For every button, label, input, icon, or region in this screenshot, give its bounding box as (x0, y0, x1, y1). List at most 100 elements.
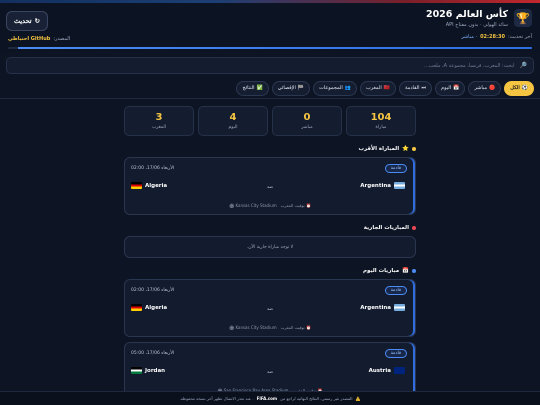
tab-2[interactable]: 📅 اليوم (435, 80, 466, 96)
tab-1[interactable]: 🔴 مباشر (468, 80, 502, 96)
stat-label: مباشر (301, 125, 313, 130)
app-title: كأس العالم 2026 (425, 9, 508, 20)
stat-card: 3 المغرب (124, 106, 194, 136)
tab-icon: 📅 (453, 85, 460, 91)
app-header: 🏆 كأس العالم 2026 سائد الهولي · بدون مفت… (0, 3, 540, 52)
tab-label: النتائج (242, 85, 255, 91)
section-title: مباريات اليوم (363, 268, 400, 274)
data-source-name: GitHub احتياطي (8, 36, 51, 42)
stat-value: 0 (303, 112, 311, 123)
tab-label: القادمة (404, 85, 420, 91)
section-live: المباريات الجارية (124, 225, 416, 231)
stat-card: 104 مباراة (346, 106, 416, 136)
match-card[interactable]: قادمة الأربعاء 17/06، 02:00 Argentina ضد Alg… (124, 279, 416, 337)
search-input[interactable] (13, 62, 515, 69)
footer-text-before: المصدر غير رسمي. النتائج النهائية تُراجع… (280, 396, 353, 401)
tab-4[interactable]: 🇲🇦 المغرب (360, 80, 396, 96)
section-today: 📅 مباريات اليوم (124, 268, 416, 274)
refresh-button[interactable]: ↻ تحديث (6, 11, 48, 31)
app-subtitle: سائد الهولي · بدون مفتاح API (445, 22, 508, 28)
away-team: Jordan (131, 367, 165, 374)
status-badge: قادمة (384, 286, 407, 295)
tab-label: المجموعات (319, 85, 343, 91)
timezone-note: ⏰ توقيت المغرب (280, 325, 311, 330)
live-empty-state: لا توجد مباراة جارية الآن. (124, 236, 416, 258)
section-title: المباراة الأقرب (358, 146, 400, 152)
refresh-progress-fill (18, 47, 532, 49)
tab-icon: 🏁 (297, 85, 305, 91)
main-content: 104 مباراة 0 مباشر 4 اليوم 3 المغرب ⭐ المباراة … (0, 100, 540, 391)
tab-icon: 🔴 (489, 85, 496, 91)
filter-tabs: ⚽ الكل 🔴 مباشر 📅 اليوم ⏭ القادمة 🇲🇦 المغرب 👥 المجمو… (0, 78, 540, 98)
tab-icon: 👥 (344, 85, 352, 91)
tab-icon: 🇲🇦 (383, 85, 390, 91)
data-source: المصدر: GitHub احتياطي (8, 36, 70, 42)
tab-5[interactable]: 👥 المجموعات (313, 80, 358, 96)
stat-label: مباراة (375, 125, 387, 130)
last-updated-label: آخر تحديث: (507, 34, 532, 40)
match-datetime: الأربعاء 17/06، 02:00 (131, 288, 175, 293)
stat-label: اليوم (228, 125, 238, 130)
search-bar: 🔎 (6, 57, 534, 74)
brand: 🏆 كأس العالم 2026 سائد الهولي · بدون مفت… (426, 9, 532, 28)
data-source-label: المصدر: (53, 36, 71, 42)
calendar-icon: 📅 (402, 268, 409, 274)
footer-source-link[interactable]: FIFA.com (257, 396, 277, 401)
tab-3[interactable]: ⏭ القادمة (398, 80, 433, 96)
tab-label: مباشر (474, 85, 488, 91)
versus-label: ضد (266, 185, 274, 190)
section-dot (412, 147, 416, 151)
timezone-note: ⏰ توقيت المغرب (280, 203, 311, 208)
away-flag-icon (131, 182, 142, 189)
away-team-name: Jordan (145, 367, 166, 374)
match-card[interactable]: قادمة الأربعاء 17/06، 05:00 Austria ضد Jorda… (124, 342, 416, 391)
away-flag-icon (131, 304, 142, 311)
status-badge: قادمة (384, 164, 407, 173)
away-team-name: Algeria (145, 304, 168, 311)
tab-0[interactable]: ⚽ الكل (504, 80, 534, 96)
match-datetime: الأربعاء 17/06، 05:00 (131, 351, 175, 356)
away-team: Algeria (131, 304, 167, 311)
tab-icon: ⚽ (521, 85, 528, 91)
tab-label: المغرب (366, 85, 382, 91)
tab-label: الكل (510, 85, 520, 91)
nav-divider (0, 98, 540, 99)
brand-text: كأس العالم 2026 سائد الهولي · بدون مفتاح… (426, 9, 508, 28)
versus-label: ضد (266, 307, 274, 312)
stat-card: 0 مباشر (272, 106, 342, 136)
tab-icon: ⏭ (421, 85, 427, 91)
search-icon: 🔎 (519, 62, 527, 69)
stat-value: 104 (370, 112, 392, 123)
tab-label: اليوم (441, 85, 452, 91)
last-updated: آخر تحديث: 02:28:30 · مباشر (461, 34, 532, 40)
match-card[interactable]: قادمة الأربعاء 17/06، 02:00 Argentina ضد Alg… (124, 157, 416, 215)
match-venue: ⏰ توقيت المغرب Kansas City Stadium 🏟 (125, 325, 415, 330)
stat-card: 4 اليوم (198, 106, 268, 136)
tab-icon: ✅ (256, 85, 263, 91)
section-next-match: ⭐ المباراة الأقرب (124, 146, 416, 152)
tab-6[interactable]: 🏁 الإقصائي (271, 80, 311, 96)
match-venue: ⏰ توقيت المغرب Kansas City Stadium 🏟 (125, 203, 415, 208)
footer-text-after: . عند تعذر الاتصال تظهر آخر نسخة محفوظة. (179, 396, 254, 401)
stats-row: 104 مباراة 0 مباشر 4 اليوم 3 المغرب (124, 106, 416, 136)
warning-icon: ⚠️ (355, 396, 361, 401)
tab-7[interactable]: ✅ النتائج (236, 80, 269, 96)
stadium-name: Kansas City Stadium 🏟 (229, 203, 277, 208)
last-updated-time: 02:28:30 (480, 34, 505, 40)
away-team-name: Algeria (145, 182, 168, 189)
stadium-name: Kansas City Stadium 🏟 (229, 325, 277, 330)
stat-label: المغرب (151, 125, 167, 130)
footer-disclaimer: ⚠️ المصدر غير رسمي. النتائج النهائية تُر… (0, 391, 540, 405)
away-flag-icon (131, 367, 142, 374)
section-title: المباريات الجارية (363, 225, 409, 231)
versus-label: ضد (266, 370, 274, 375)
section-dot (412, 269, 416, 273)
stat-value: 3 (155, 112, 163, 123)
live-status: · مباشر (461, 34, 478, 40)
tab-label: الإقصائي (277, 85, 296, 91)
away-team: Algeria (131, 182, 167, 189)
status-badge: قادمة (384, 349, 407, 358)
refresh-label: تحديث (13, 18, 32, 25)
trophy-icon: 🏆 (514, 9, 532, 27)
match-datetime: الأربعاء 17/06، 02:00 (131, 166, 175, 171)
